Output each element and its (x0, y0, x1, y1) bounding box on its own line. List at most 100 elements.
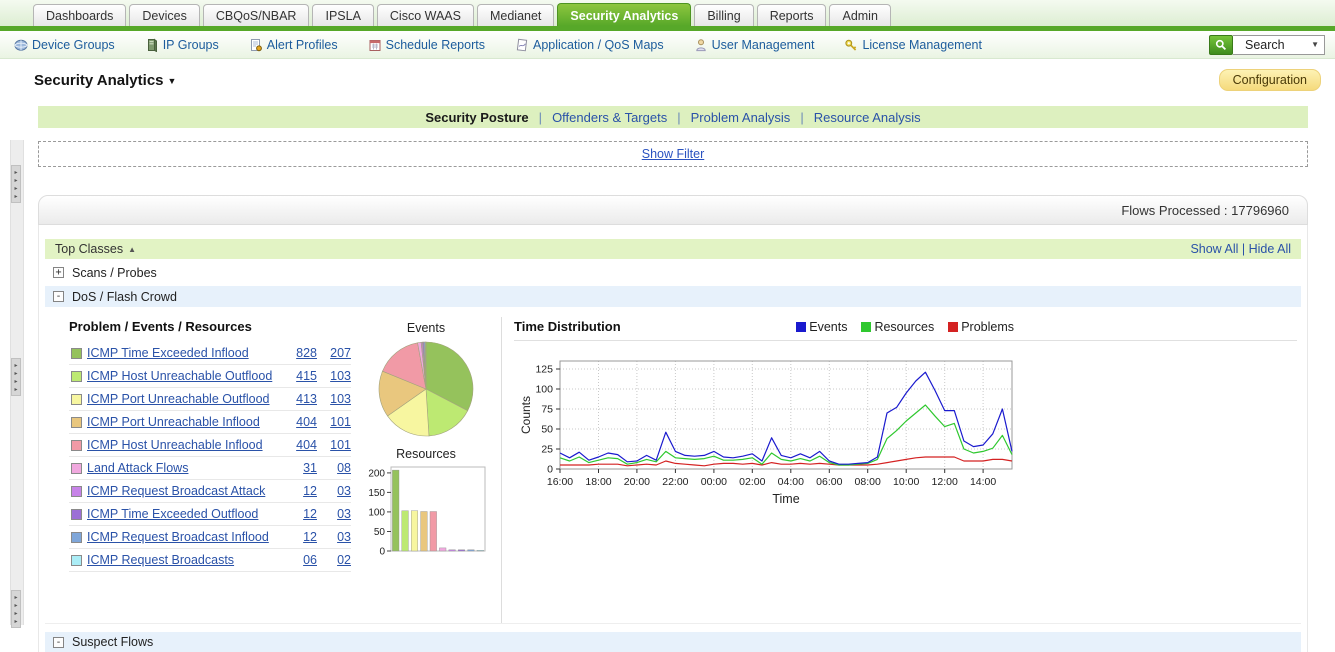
time-chart-header: Time Distribution EventsResourcesProblem… (514, 317, 1014, 334)
tab-cbqos-nbar[interactable]: CBQoS/NBAR (203, 4, 310, 26)
hide-all-link[interactable]: Hide All (1249, 242, 1291, 256)
events-count-link[interactable]: 404 (289, 415, 317, 429)
class-link[interactable]: ICMP Port Unreachable Inflood (87, 415, 260, 429)
events-count-link[interactable]: 828 (289, 346, 317, 360)
search-input[interactable]: Search ▼ (1233, 35, 1325, 55)
class-color-chip (71, 463, 82, 474)
resources-count-link[interactable]: 101 (323, 438, 351, 452)
page-title[interactable]: Security Analytics▼ (34, 72, 176, 89)
bar (392, 470, 399, 551)
legend-label: Problems (961, 320, 1014, 334)
schedule-reports-link[interactable]: Schedule Reports (368, 38, 485, 52)
bar (467, 550, 474, 551)
tab-separator: | (800, 110, 803, 125)
license-management-link[interactable]: License Management (844, 38, 982, 52)
user-management-link[interactable]: User Management (694, 38, 815, 52)
section-dos-flash-crowd[interactable]: - DoS / Flash Crowd (45, 286, 1301, 307)
tab-devices[interactable]: Devices (129, 4, 199, 26)
application-qos-maps-link[interactable]: Application / QoS Maps (515, 38, 664, 52)
page-header: Security Analytics▼ Configuration (0, 59, 1335, 101)
sidebar-expand-handle[interactable]: ▸▸▸▸ (11, 358, 21, 396)
resources-count-link[interactable]: 103 (323, 392, 351, 406)
search-button[interactable] (1209, 35, 1233, 55)
resources-count-link[interactable]: 08 (323, 461, 351, 475)
events-count-link[interactable]: 415 (289, 369, 317, 383)
svg-text:150: 150 (368, 488, 385, 499)
class-table-rows: ICMP Time Exceeded Inflood 828 207 ICMP Hos… (69, 342, 351, 572)
alert-profiles-link[interactable]: Alert Profiles (249, 38, 338, 52)
events-count-link[interactable]: 404 (289, 438, 317, 452)
table-row: ICMP Port Unreachable Outflood 413 103 (69, 388, 351, 411)
svg-text:75: 75 (541, 404, 553, 416)
resources-count-link[interactable]: 02 (323, 553, 351, 567)
tab-security-analytics[interactable]: Security Analytics (557, 3, 691, 26)
resources-count-link[interactable]: 03 (323, 530, 351, 544)
panel-body: Top Classes ▲ Show All | Hide All + Scan… (38, 225, 1308, 652)
search-box[interactable]: Search ▼ (1209, 35, 1325, 55)
tab-problem-analysis[interactable]: Problem Analysis (691, 110, 791, 125)
ip-groups-link[interactable]: IP Groups (145, 38, 219, 52)
expand-icon[interactable]: + (53, 267, 64, 278)
collapse-icon[interactable]: - (53, 291, 64, 302)
tab-billing[interactable]: Billing (694, 4, 753, 26)
table-row: ICMP Port Unreachable Inflood 404 101 (69, 411, 351, 434)
resources-bar-chart: 050100150200 (351, 463, 501, 557)
collapse-icon[interactable]: - (53, 637, 64, 648)
device-groups-link[interactable]: Device Groups (14, 38, 115, 52)
events-count-link[interactable]: 12 (289, 484, 317, 498)
tab-reports[interactable]: Reports (757, 4, 827, 26)
resources-count-link[interactable]: 03 (323, 507, 351, 521)
svg-text:02:00: 02:00 (739, 476, 765, 488)
tab-medianet[interactable]: Medianet (477, 4, 554, 26)
show-all-link[interactable]: Show All (1190, 242, 1238, 256)
time-chart-legend: EventsResourcesProblems (796, 320, 1014, 334)
class-link[interactable]: Land Attack Flows (87, 461, 188, 475)
section-label: DoS / Flash Crowd (72, 290, 177, 304)
resources-count-link[interactable]: 101 (323, 415, 351, 429)
class-link[interactable]: ICMP Time Exceeded Outflood (87, 507, 258, 521)
configuration-button[interactable]: Configuration (1219, 69, 1321, 91)
tab-security-posture[interactable]: Security Posture (425, 110, 528, 125)
events-count-link[interactable]: 06 (289, 553, 317, 567)
class-link[interactable]: ICMP Request Broadcast Inflood (87, 530, 269, 544)
resources-count-link[interactable]: 03 (323, 484, 351, 498)
page-title-text: Security Analytics (34, 72, 164, 89)
events-count-link[interactable]: 413 (289, 392, 317, 406)
section-scans-probes[interactable]: + Scans / Probes (45, 262, 1301, 283)
schedule-reports-icon (368, 38, 382, 52)
arrow-right-icon: ▸ (14, 387, 17, 393)
tab-dashboards[interactable]: Dashboards (33, 4, 126, 26)
svg-text:06:00: 06:00 (816, 476, 842, 488)
class-color-chip (71, 555, 82, 566)
tab-cisco-waas[interactable]: Cisco WAAS (377, 4, 474, 26)
section-label: Scans / Probes (72, 266, 157, 280)
class-link[interactable]: ICMP Port Unreachable Outflood (87, 392, 270, 406)
tab-ipsla[interactable]: IPSLA (312, 4, 373, 26)
events-count-link[interactable]: 12 (289, 530, 317, 544)
section-suspect-flows[interactable]: - Suspect Flows (45, 632, 1301, 652)
tab-admin[interactable]: Admin (829, 4, 890, 26)
events-count-link[interactable]: 31 (289, 461, 317, 475)
tab-resource-analysis[interactable]: Resource Analysis (814, 110, 921, 125)
arrow-right-icon: ▸ (14, 619, 17, 625)
class-color-chip (71, 417, 82, 428)
chevron-down-icon[interactable]: ▼ (1311, 40, 1319, 49)
class-link[interactable]: ICMP Request Broadcasts (87, 553, 234, 567)
top-classes-header[interactable]: Top Classes ▲ Show All | Hide All (45, 239, 1301, 259)
sidebar-expand-handle[interactable]: ▸▸▸▸ (11, 165, 21, 203)
time-distribution-column: Time Distribution EventsResourcesProblem… (501, 317, 1301, 623)
bar (439, 548, 446, 551)
tab-offenders-targets[interactable]: Offenders & Targets (552, 110, 667, 125)
sidebar-expand-handle[interactable]: ▸▸▸▸ (11, 590, 21, 628)
show-filter-link[interactable]: Show Filter (642, 147, 705, 161)
top-classes-links: Show All | Hide All (1190, 242, 1291, 256)
svg-text:50: 50 (373, 527, 385, 538)
time-distribution-chart: 025507510012516:0018:0020:0022:0000:0002… (514, 355, 1297, 510)
class-link[interactable]: ICMP Host Unreachable Outflood (87, 369, 272, 383)
class-link[interactable]: ICMP Host Unreachable Inflood (87, 438, 263, 452)
resources-count-link[interactable]: 103 (323, 369, 351, 383)
class-link[interactable]: ICMP Time Exceeded Inflood (87, 346, 249, 360)
resources-count-link[interactable]: 207 (323, 346, 351, 360)
events-count-link[interactable]: 12 (289, 507, 317, 521)
class-link[interactable]: ICMP Request Broadcast Attack (87, 484, 265, 498)
